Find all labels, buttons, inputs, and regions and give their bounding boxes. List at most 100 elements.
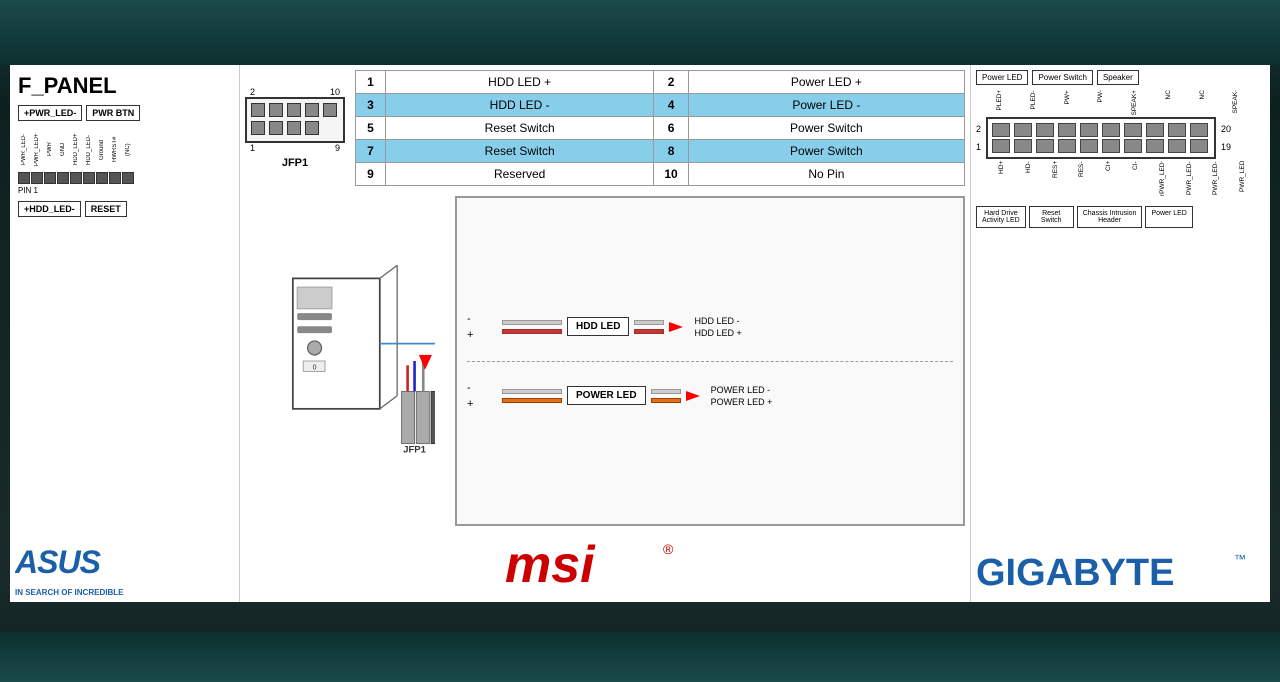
bottom-pin-labels: HD+ HD- RES+ RES- CI+ CI- rPWR_LED+ PWR_… [998, 161, 1265, 196]
pin-sq-9 [122, 172, 134, 184]
cp-r2-4 [1058, 139, 1076, 153]
pin1-label: PIN 1 [18, 186, 231, 195]
svg-text:0: 0 [313, 365, 317, 372]
power-led-minus-out: POWER LED - [711, 385, 773, 395]
power-led-row: - + POWER LED [467, 382, 953, 410]
connector-rows: 2 1 [976, 117, 1265, 159]
vlabel-pled-plus: PLED+ [996, 90, 1029, 115]
pwr-led-box: +PWR_LED- [18, 105, 82, 121]
cp2 [269, 103, 283, 117]
blabel-pwr-led2: PWR_LED [1239, 161, 1265, 196]
gigabyte-header: Power LED Power Switch Speaker [976, 70, 1265, 85]
blabel-ci-plus: CI+ [1105, 161, 1131, 196]
footer-labels: Hard Drive Activity LED Reset Switch Cha… [976, 206, 1265, 228]
label-power-switch-1: Power Switch [688, 117, 964, 140]
pin-8: 8 [654, 140, 688, 163]
pin-sq-2 [31, 172, 43, 184]
bottom-bar [0, 632, 1280, 682]
footer-reset: Reset Switch [1029, 206, 1074, 228]
divider [467, 361, 953, 362]
vlabel-nc2: NC [1199, 90, 1232, 115]
asus-tagline: IN SEARCH OF INCREDIBLE [15, 588, 145, 597]
hdd-output-labels: HDD LED - HDD LED + [694, 316, 741, 338]
blabel-pwr-led-minus: PWR_LED- [1186, 161, 1212, 196]
cp-r1-1 [992, 123, 1010, 137]
vlabel-pw-plus: PW+ [1064, 90, 1097, 115]
pin-group-1: PWR_LED- [18, 127, 30, 184]
right-panel: Power LED Power Switch Speaker PLED+ PLE… [970, 65, 1270, 602]
cp-r2-2 [1014, 139, 1032, 153]
svg-text:msi: msi [505, 536, 596, 589]
power-switch-header: Power Switch [1032, 70, 1092, 85]
pin-sq-4 [57, 172, 69, 184]
pwr-btn-box: PWR BTN [86, 105, 140, 121]
pin-group-2: PWR_LED+ [31, 127, 43, 184]
cp5 [323, 103, 337, 117]
asus-logo: ASUS [15, 541, 145, 588]
table-row-2: 3 HDD LED - 4 Power LED - [356, 94, 965, 117]
hdd-led-plus-out: HDD LED + [694, 328, 741, 338]
hdd-led-box: +HDD_LED- [18, 201, 81, 217]
pin-1: 1 [356, 71, 386, 94]
cp9 [305, 121, 319, 135]
label-pwr-led-plus: PWR_LED+ [34, 127, 40, 172]
label-hdd-led-plus: HDD LED + [386, 71, 654, 94]
reset-box: RESET [85, 201, 127, 217]
blabel-hd-minus: HD- [1025, 161, 1051, 196]
cp-r2-8 [1146, 139, 1164, 153]
vlabel-pled-minus: PLED- [1030, 90, 1063, 115]
label-reserved: Reserved [386, 163, 654, 186]
cp-r1-4 [1058, 123, 1076, 137]
hdd-led-minus-out: HDD LED - [694, 316, 741, 326]
jfp-connector: 2 10 1 9 [245, 70, 345, 186]
connector-visual [245, 97, 345, 143]
top-bar [0, 0, 1280, 65]
diagram-area: 0 J [245, 196, 965, 526]
row-num-1: 1 [976, 142, 981, 152]
cp8 [287, 121, 301, 135]
pin-sq-6 [83, 172, 95, 184]
vertical-labels: PLED+ PLED- PW+ PW- SPEAK+ NC NC SPEAK- [996, 90, 1265, 115]
label-hdd-led-minus: HDD LED - [386, 94, 654, 117]
cp7 [269, 121, 283, 135]
pin-5: 5 [356, 117, 386, 140]
label-hdd-minus: HDD_LED- [86, 127, 92, 172]
label-reset-switch-2: Reset Switch [386, 140, 654, 163]
svg-text:®: ® [663, 541, 674, 557]
arrow-right-1 [669, 317, 689, 337]
computer-case: 0 J [245, 196, 445, 526]
pin-group-5: HDD_LED+ [70, 127, 82, 184]
cp-r1-2 [1014, 123, 1032, 137]
label-reset-switch-1: Reset Switch [386, 117, 654, 140]
power-led-box: POWER LED [567, 386, 646, 405]
speaker-header: Speaker [1097, 70, 1139, 85]
connector-grid-wrapper [986, 117, 1216, 159]
blabel-res-minus: RES- [1078, 161, 1104, 196]
cp-r2-3 [1036, 139, 1054, 153]
vlabel-speak-minus: SPEAK- [1232, 90, 1265, 115]
fpanel-title: F_PANEL [18, 73, 231, 99]
gigabyte-logo-svg: GIGABYTE ™ [976, 547, 1256, 592]
power-minus-label: - [467, 382, 494, 394]
gigabyte-logo-area: GIGABYTE ™ [976, 547, 1265, 597]
jfp1-label: JFP1 [282, 157, 308, 169]
pin-sq-7 [96, 172, 108, 184]
cp-r2-6 [1102, 139, 1120, 153]
table-row-4: 7 Reset Switch 8 Power Switch [356, 140, 965, 163]
svg-text:™: ™ [1234, 552, 1246, 566]
pin-6: 6 [654, 117, 688, 140]
cp4 [305, 103, 319, 117]
label-hwrst: HWRST# [112, 127, 118, 172]
pin-sq-3 [44, 172, 56, 184]
hdd-minus-label: - [467, 313, 494, 325]
vlabel-speak-plus: SPEAK+ [1131, 90, 1164, 115]
cp-r1-6 [1102, 123, 1120, 137]
cp-r1-3 [1036, 123, 1054, 137]
row-num-2: 2 [976, 124, 981, 134]
hdd-plus-label: + [467, 329, 494, 341]
label-nc: (NC) [125, 127, 131, 172]
label-hdd-plus: HDD_LED+ [73, 127, 79, 172]
bottom-connector-row: +HDD_LED- RESET [18, 201, 231, 217]
gigabyte-logo: GIGABYTE ™ [976, 547, 1265, 597]
table-row-5: 9 Reserved 10 No Pin [356, 163, 965, 186]
